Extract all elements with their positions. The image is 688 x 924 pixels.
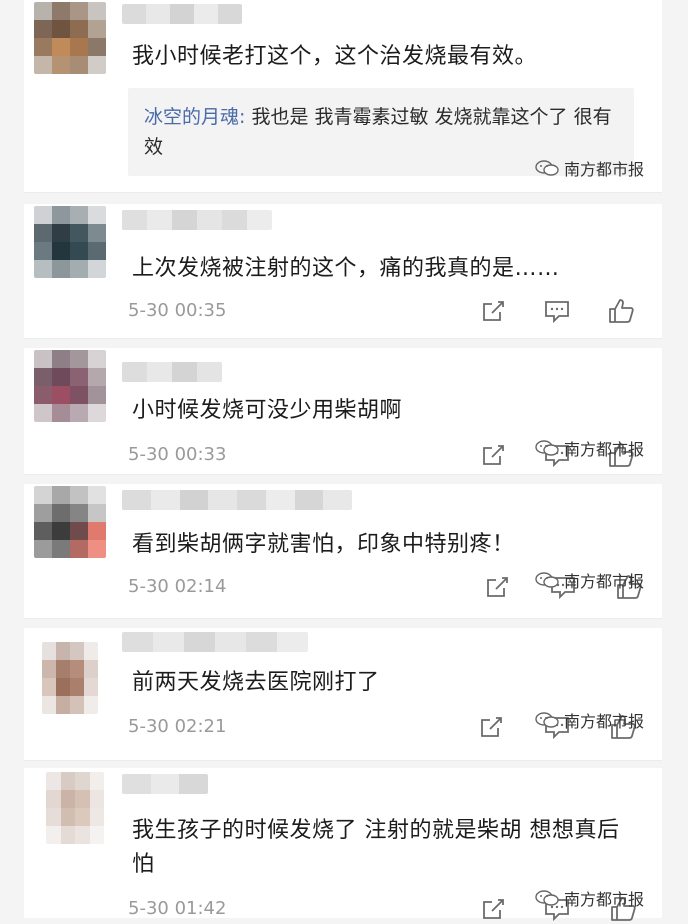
comment-text: 看到柴胡俩字就害怕，印象中特别疼！ — [132, 532, 515, 557]
watermark-label: 南方都市报 — [564, 890, 645, 909]
watermark-label: 南方都市报 — [564, 440, 645, 459]
wechat-watermark-icon — [534, 571, 560, 589]
username[interactable] — [122, 774, 208, 794]
watermark: 南方都市报 — [534, 886, 644, 910]
username[interactable] — [122, 490, 352, 510]
comment-text: 前两天发烧去医院刚打了 — [132, 670, 380, 695]
username[interactable] — [122, 210, 272, 230]
like-icon[interactable] — [606, 296, 636, 326]
comment-card: 上次发烧被注射的这个，痛的我真的是…… 5-30 00:35 — [24, 204, 662, 339]
username[interactable] — [122, 632, 308, 652]
avatar[interactable] — [34, 486, 106, 558]
comment-card: 我生孩子的时候发烧了 注射的就是柴胡 想想真后怕 5-30 01:42 南方都市… — [24, 768, 662, 922]
comment-time: 5-30 01:42 — [128, 898, 227, 919]
watermark: 南方都市报 — [534, 436, 644, 460]
avatar[interactable] — [34, 350, 106, 422]
share-icon[interactable] — [478, 296, 508, 326]
wechat-watermark-icon — [534, 439, 560, 457]
wechat-watermark-icon — [534, 711, 560, 729]
watermark: 南方都市报 — [534, 708, 644, 732]
comment-text: 上次发烧被注射的这个，痛的我真的是…… — [132, 256, 560, 281]
watermark-label: 南方都市报 — [564, 712, 645, 731]
avatar[interactable] — [34, 206, 106, 278]
comment-time: 5-30 00:33 — [128, 444, 227, 465]
comment-card: 前两天发烧去医院刚打了 5-30 02:21 南方都市报 — [24, 628, 662, 761]
wechat-watermark-icon — [534, 159, 560, 177]
share-icon[interactable] — [478, 894, 508, 924]
comment-card: 小时候发烧可没少用柴胡啊 5-30 00:33 南方都市报 — [24, 348, 662, 475]
comment-text: 小时候发烧可没少用柴胡啊 — [132, 398, 403, 423]
avatar[interactable] — [34, 2, 106, 74]
avatar[interactable] — [42, 642, 98, 714]
comment-card: 我小时候老打这个，这个治发烧最有效。 冰空的月魂: 我也是 我青霉素过敏 发烧就… — [24, 0, 662, 193]
username[interactable] — [122, 362, 222, 382]
wechat-watermark-icon — [534, 889, 560, 907]
share-icon[interactable] — [476, 712, 506, 742]
watermark: 南方都市报 — [534, 156, 644, 180]
username[interactable] — [122, 4, 242, 24]
share-icon[interactable] — [478, 440, 508, 470]
comment-text: 我生孩子的时候发烧了 注射的就是柴胡 想想真后怕 — [132, 818, 620, 877]
watermark-label: 南方都市报 — [564, 572, 645, 591]
comment-card: 看到柴胡俩字就害怕，印象中特别疼！ 5-30 02:14 南方都市报 — [24, 484, 662, 619]
share-icon[interactable] — [482, 572, 512, 602]
watermark-label: 南方都市报 — [564, 160, 645, 179]
reply-icon[interactable] — [542, 296, 572, 326]
avatar[interactable] — [46, 772, 104, 844]
comment-time: 5-30 02:21 — [128, 716, 227, 737]
watermark: 南方都市报 — [534, 568, 644, 592]
comment-time: 5-30 00:35 — [128, 300, 227, 321]
reply-author[interactable]: 冰空的月魂: — [144, 106, 245, 128]
comment-text: 我小时候老打这个，这个治发烧最有效。 — [132, 44, 538, 69]
comment-time: 5-30 02:14 — [128, 576, 227, 597]
reply-text-block: 冰空的月魂: 我也是 我青霉素过敏 发烧就靠这个了 很有效 — [144, 102, 620, 162]
